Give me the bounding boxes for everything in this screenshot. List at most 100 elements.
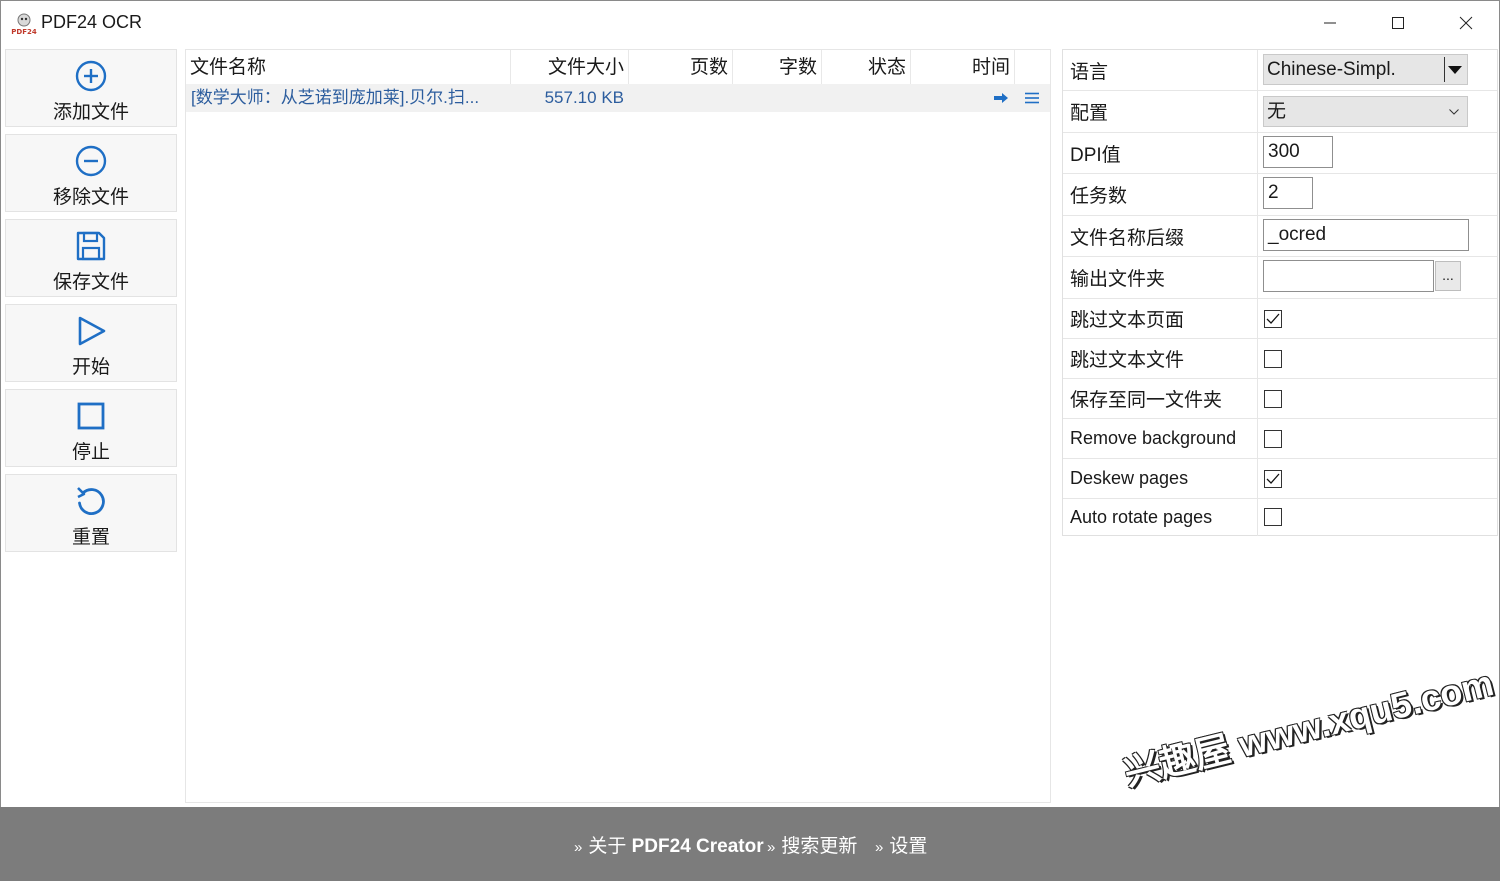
raquo-icon: » — [574, 839, 583, 856]
file-status-cell — [822, 84, 907, 112]
setting-jobs: 任务数 2 — [1063, 174, 1497, 216]
auto-rotate-checkbox[interactable] — [1264, 508, 1282, 526]
reset-icon — [77, 487, 105, 515]
output-folder-label: 输出文件夹 — [1063, 257, 1258, 298]
file-time-cell — [911, 84, 991, 112]
file-menu-button[interactable] — [1022, 84, 1042, 112]
setting-remove-background: Remove background — [1063, 419, 1497, 459]
file-size-cell: 557.10 KB — [544, 88, 624, 107]
output-folder-input[interactable] — [1263, 260, 1434, 292]
auto-rotate-label: Auto rotate pages — [1063, 499, 1258, 536]
raquo-icon: » — [875, 839, 884, 856]
table-row[interactable]: [数学大师：从芝诺到庞加莱].贝尔.扫... 557.10 KB — [186, 84, 1050, 112]
remove-file-button[interactable]: 移除文件 — [5, 134, 177, 212]
suffix-label: 文件名称后缀 — [1063, 216, 1258, 256]
add-file-label: 添加文件 — [52, 102, 129, 123]
language-label: 语言 — [1063, 50, 1258, 90]
column-header-time[interactable]: 时间 — [911, 50, 1015, 84]
language-value: Chinese-Simpl. — [1267, 59, 1396, 80]
setting-skip-text-files: 跳过文本文件 — [1063, 339, 1497, 379]
plus-circle-icon — [75, 60, 107, 92]
check-updates-label: 搜索更新 — [781, 836, 858, 857]
close-icon — [1459, 16, 1473, 30]
column-header-size[interactable]: 文件大小 — [511, 50, 629, 84]
settings-link[interactable]: » 设置 — [875, 831, 927, 858]
arrow-right-icon — [994, 93, 1008, 103]
about-prefix: 关于 — [588, 836, 632, 857]
menu-icon — [1025, 92, 1039, 104]
pdf24-app-icon: PDF24 — [11, 13, 37, 36]
minus-circle-icon — [75, 145, 107, 177]
file-words-cell — [733, 84, 818, 112]
stop-icon — [77, 402, 105, 430]
remove-background-checkbox[interactable] — [1264, 430, 1282, 448]
save-file-label: 保存文件 — [52, 272, 129, 293]
stop-button[interactable]: 停止 — [5, 389, 177, 467]
profile-value: 无 — [1267, 101, 1287, 122]
maximize-button[interactable] — [1365, 1, 1431, 45]
remove-background-label: Remove background — [1063, 419, 1258, 458]
setting-auto-rotate: Auto rotate pages — [1063, 499, 1497, 536]
save-same-folder-checkbox[interactable] — [1264, 390, 1282, 408]
check-updates-link[interactable]: » 搜索更新 — [767, 831, 857, 858]
floppy-disk-icon — [76, 231, 106, 261]
column-header-status[interactable]: 状态 — [822, 50, 911, 84]
file-list[interactable]: 文件名称 文件大小 页数 字数 状态 时间 [数学大师：从芝诺到庞加莱].贝尔.… — [185, 49, 1051, 803]
file-name-cell: [数学大师：从芝诺到庞加莱].贝尔.扫... — [191, 88, 480, 107]
setting-profile: 配置 无 — [1063, 91, 1497, 133]
stop-label: 停止 — [71, 442, 110, 463]
reset-button[interactable]: 重置 — [5, 474, 177, 552]
settings-link-label: 设置 — [889, 836, 928, 857]
chevron-down-icon — [1449, 97, 1459, 126]
raquo-icon: » — [767, 839, 776, 856]
column-header-name[interactable]: 文件名称 — [186, 50, 511, 84]
browse-button[interactable]: ... — [1435, 261, 1461, 291]
dropdown-arrow-icon — [1444, 57, 1465, 82]
save-file-button[interactable]: 保存文件 — [5, 219, 177, 297]
profile-select[interactable]: 无 — [1263, 96, 1468, 127]
window-title: PDF24 OCR — [41, 12, 143, 32]
file-pages-cell — [629, 84, 729, 112]
column-header-pages[interactable]: 页数 — [629, 50, 733, 84]
deskew-pages-checkbox[interactable] — [1264, 470, 1282, 488]
suffix-input[interactable]: _ocred — [1263, 219, 1469, 251]
start-button[interactable]: 开始 — [5, 304, 177, 382]
language-select[interactable]: Chinese-Simpl. — [1263, 54, 1468, 85]
check-icon — [1266, 473, 1280, 484]
play-icon — [78, 316, 106, 346]
start-label: 开始 — [71, 357, 110, 378]
dpi-input[interactable]: 300 — [1263, 136, 1333, 168]
dpi-label: DPI值 — [1063, 133, 1258, 173]
minimize-button[interactable] — [1297, 1, 1363, 45]
about-link[interactable]: » 关于 PDF24 Creator — [574, 831, 764, 858]
jobs-label: 任务数 — [1063, 174, 1258, 215]
start-file-button[interactable] — [992, 84, 1010, 112]
setting-save-same-folder: 保存至同一文件夹 — [1063, 379, 1497, 419]
footer-bar: » 关于 PDF24 Creator » 搜索更新 » 设置 — [0, 807, 1500, 881]
profile-label: 配置 — [1063, 91, 1258, 132]
close-button[interactable] — [1433, 1, 1499, 45]
setting-skip-text-pages: 跳过文本页面 — [1063, 299, 1497, 339]
settings-panel: 语言 Chinese-Simpl. 配置 无 DPI值 300 任务数 2 文件… — [1062, 49, 1498, 536]
deskew-pages-label: Deskew pages — [1063, 459, 1258, 498]
check-icon — [1266, 313, 1280, 324]
about-brand: PDF24 Creator — [631, 836, 764, 857]
maximize-icon — [1392, 17, 1404, 29]
save-same-folder-label: 保存至同一文件夹 — [1063, 379, 1258, 418]
skip-text-files-checkbox[interactable] — [1264, 350, 1282, 368]
column-header-words[interactable]: 字数 — [733, 50, 822, 84]
setting-output-folder: 输出文件夹 ... — [1063, 257, 1497, 299]
skip-text-files-label: 跳过文本文件 — [1063, 339, 1258, 378]
setting-deskew-pages: Deskew pages — [1063, 459, 1497, 499]
svg-text:PDF24: PDF24 — [11, 28, 37, 36]
skip-text-pages-checkbox[interactable] — [1264, 310, 1282, 328]
setting-dpi: DPI值 300 — [1063, 133, 1497, 174]
minimize-icon — [1324, 22, 1336, 24]
setting-language: 语言 Chinese-Simpl. — [1063, 50, 1497, 91]
jobs-input[interactable]: 2 — [1263, 177, 1313, 209]
reset-label: 重置 — [71, 527, 110, 548]
setting-suffix: 文件名称后缀 _ocred — [1063, 216, 1497, 257]
remove-file-label: 移除文件 — [52, 187, 129, 208]
add-file-button[interactable]: 添加文件 — [5, 49, 177, 127]
title-bar[interactable]: PDF24 PDF24 OCR — [1, 1, 1499, 45]
